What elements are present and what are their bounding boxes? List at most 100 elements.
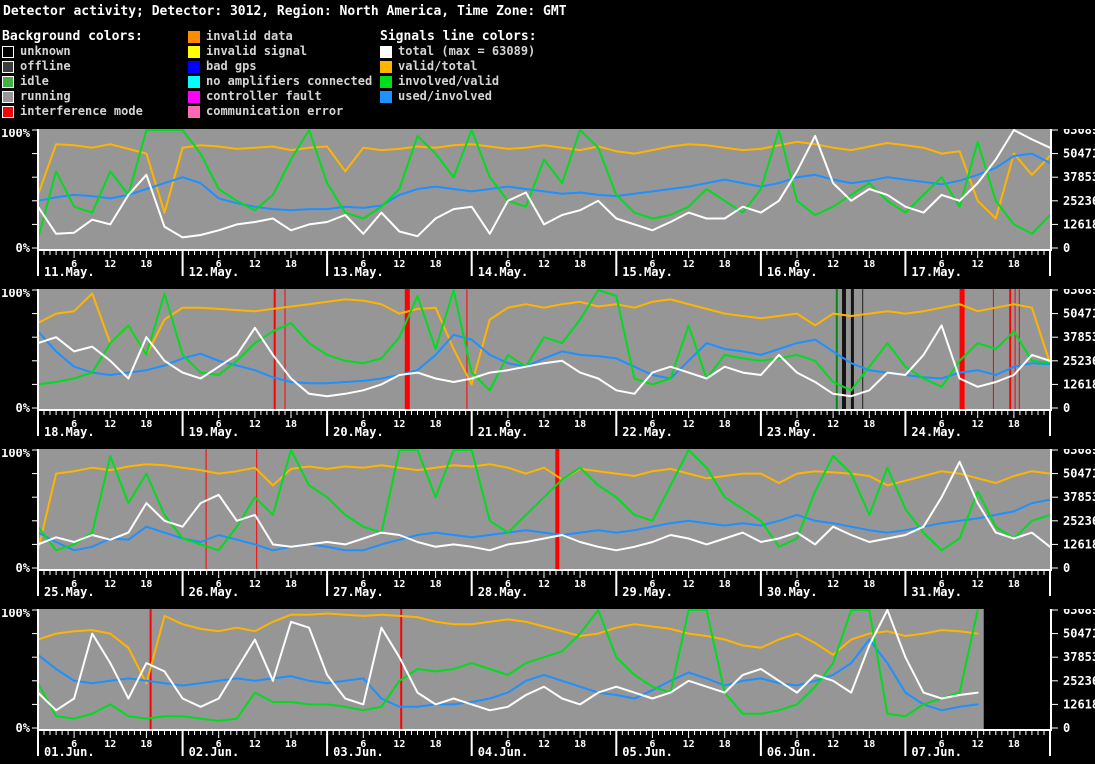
- hour-tick: [447, 411, 448, 415]
- hour-tick: [206, 731, 207, 735]
- hour-tick: [592, 571, 593, 575]
- day-boundary-line: [326, 409, 328, 436]
- right-axis-tick-label: 12618: [1063, 697, 1095, 711]
- date-label: 02.Jun.: [189, 745, 240, 759]
- hour-tick: [122, 571, 123, 575]
- date-label: 29.May.: [622, 585, 673, 599]
- hour-tick: [68, 731, 69, 735]
- hour-tick: [212, 251, 213, 255]
- hour-tick: [827, 731, 828, 735]
- right-axis-tick-label: 25236: [1063, 674, 1095, 688]
- hour-tick: [953, 411, 954, 415]
- hour-tick: [700, 571, 701, 575]
- hour-tick: [501, 251, 502, 255]
- hour-tick: [646, 411, 647, 415]
- hour-tick: [254, 731, 255, 738]
- hour-tick: [857, 571, 858, 575]
- day-boundary-line: [615, 569, 617, 596]
- hour-tick: [815, 571, 816, 575]
- day-boundary-line: [904, 409, 906, 436]
- hour-tick: [803, 411, 804, 415]
- hour-tick: [881, 731, 882, 735]
- right-axis-tick: [1052, 177, 1058, 178]
- color-swatch-icon: [188, 46, 200, 58]
- hour-tick: [411, 731, 412, 735]
- hour-tick: [345, 411, 346, 415]
- hour-tick: [1025, 571, 1026, 575]
- hour-tick: [309, 731, 310, 735]
- hour-tick: [766, 731, 767, 735]
- hour-tick: [194, 411, 195, 415]
- hour-tick: [260, 571, 261, 575]
- hour-tick: [369, 571, 370, 575]
- y-axis-top-label: 100%: [1, 129, 31, 140]
- hour-tick: [899, 411, 900, 415]
- hour-tick: [110, 251, 111, 258]
- hour-tick: [74, 251, 75, 258]
- right-axis-tick-label: 12618: [1063, 377, 1095, 391]
- hour-tick: [248, 411, 249, 415]
- hour-tick: [417, 571, 418, 575]
- left-axis-tick: [32, 568, 37, 569]
- right-axis-tick-label: 0: [1063, 401, 1070, 415]
- hour-tick: [423, 571, 424, 575]
- date-label: 21.May.: [478, 425, 529, 439]
- hour-tick: [568, 571, 569, 575]
- hour-tick-label: 12: [683, 579, 695, 590]
- hour-tick: [965, 251, 966, 255]
- day-boundary-line: [37, 569, 39, 596]
- hour-tick: [68, 251, 69, 255]
- hour-tick: [736, 731, 737, 735]
- date-label: 03.Jun.: [333, 745, 384, 759]
- right-axis-tick-label: 50471: [1063, 147, 1095, 161]
- event-marker: [274, 289, 276, 409]
- hour-tick: [110, 411, 111, 418]
- hour-tick: [224, 411, 225, 415]
- right-axis-tick: [1052, 408, 1058, 409]
- hour-tick-label: 18: [574, 419, 586, 430]
- day-boundary-line: [760, 569, 762, 596]
- hour-tick: [134, 251, 135, 255]
- hour-tick: [893, 571, 894, 575]
- hour-tick-label: 18: [863, 419, 875, 430]
- hour-tick: [797, 411, 798, 418]
- right-axis-tick-label: 63089: [1063, 289, 1095, 297]
- legend-status-invalid-signal: invalid signal: [188, 44, 372, 59]
- hour-tick: [1019, 571, 1020, 575]
- hour-tick: [959, 731, 960, 735]
- hour-tick: [194, 251, 195, 255]
- hour-tick: [266, 731, 267, 735]
- y-axis-top-label: 100%: [1, 289, 31, 300]
- hour-tick: [652, 731, 653, 738]
- hour-tick: [556, 411, 557, 415]
- hour-tick: [122, 411, 123, 415]
- hour-tick-label: 18: [430, 579, 442, 590]
- hour-tick-label: 12: [972, 739, 984, 750]
- legend-background-colors: Background colors: unknownofflineidlerun…: [2, 29, 143, 119]
- hour-tick: [170, 251, 171, 255]
- hour-tick: [917, 571, 918, 575]
- hour-tick: [622, 251, 623, 255]
- hour-tick: [206, 251, 207, 255]
- hour-tick-label: 12: [104, 739, 116, 750]
- hour-tick: [1044, 411, 1045, 415]
- right-axis-tick: [1052, 520, 1058, 521]
- day-boundary-line: [182, 249, 184, 276]
- hour-tick: [592, 411, 593, 415]
- right-axis-tick: [1052, 568, 1058, 569]
- hour-tick: [628, 251, 629, 255]
- hour-tick: [260, 251, 261, 255]
- hour-tick: [62, 251, 63, 255]
- color-swatch-icon: [2, 91, 14, 103]
- hour-tick: [399, 571, 400, 578]
- hour-tick: [104, 251, 105, 255]
- hour-tick: [1007, 251, 1008, 255]
- hour-tick: [453, 251, 454, 255]
- hour-tick: [881, 411, 882, 415]
- day-boundary-line: [904, 569, 906, 596]
- hour-tick: [556, 571, 557, 575]
- hour-tick: [785, 571, 786, 575]
- hour-tick: [857, 411, 858, 415]
- hour-tick: [694, 251, 695, 255]
- hour-tick: [218, 571, 219, 578]
